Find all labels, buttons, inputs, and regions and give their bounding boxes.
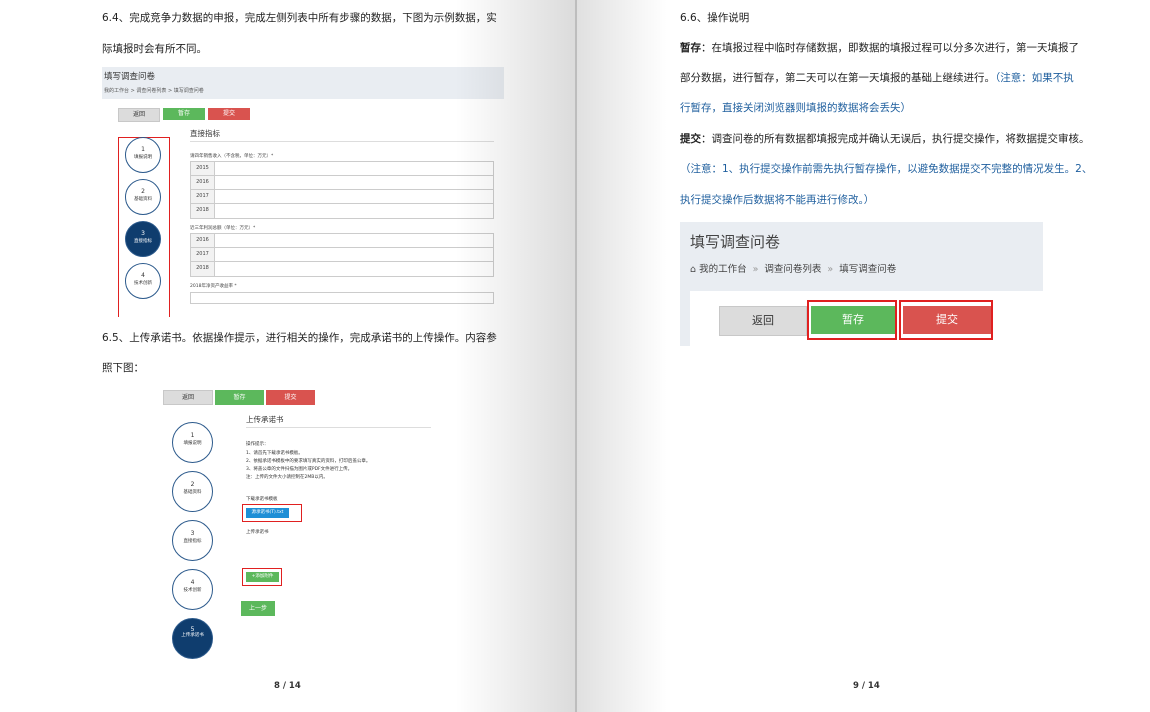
save-button[interactable]: 暂存 xyxy=(811,306,895,334)
figure-operation-buttons: 填写调查问卷 ⌂ 我的工作台 » 调查问卷列表 » 填写调查问卷 返回 暂存 提交 xyxy=(680,222,1043,346)
figure2-download-label: 下载承诺书模板 xyxy=(246,497,278,502)
value-input[interactable] xyxy=(215,248,493,261)
figure2-previous-step-button[interactable]: 上一步 xyxy=(241,601,275,616)
breadcrumb-workbench[interactable]: 我的工作台 xyxy=(699,264,747,275)
figure2-instruction-1: 1、请首先下载承诺书模板。 xyxy=(246,451,303,456)
save-description-line2: 部分数据，进行暂存，第二天可以在第一天填报的基础上继续进行。（注意：如果不执 xyxy=(680,72,1074,84)
para-6-4-line1: 6.4、完成竞争力数据的申报，完成左侧列表中所有步骤的数据，下图为示例数据，实 xyxy=(102,12,497,24)
value-input[interactable] xyxy=(215,176,493,189)
save-note: （注意：如果不执 xyxy=(995,72,1074,84)
figure-direct-indicators: 填写调查问卷 我的工作台 > 调查问卷列表 > 填写调查问卷 返回 暂存 提交 … xyxy=(102,67,504,317)
table-row: 2018 xyxy=(191,262,493,276)
back-button[interactable]: 返回 xyxy=(719,306,807,336)
figure1-step-3-active[interactable]: 3 直接指标 xyxy=(125,221,161,257)
figure2-instructions-title: 操作提示： xyxy=(246,442,269,447)
figure1-back-button[interactable]: 返回 xyxy=(118,108,160,122)
figure1-step-2[interactable]: 2 基础资料 xyxy=(125,179,161,215)
figure1-step-1[interactable]: 1 填报说明 xyxy=(125,137,161,173)
figure2-step-1[interactable]: 1 填报说明 xyxy=(172,422,213,463)
right-page: 6.6、操作说明 暂存：在填报过程中临时存储数据，即数据的填报过程可以分多次进行… xyxy=(577,0,1150,712)
breadcrumb-current: 填写调查问卷 xyxy=(839,264,897,275)
figure2-upload-label: 上传承诺书 xyxy=(246,530,269,535)
figure2-step-4[interactable]: 4 技术创新 xyxy=(172,569,213,610)
figure1-breadcrumb: 我的工作台 > 调查问卷列表 > 填写调查问卷 xyxy=(104,88,204,94)
page-shadow xyxy=(577,0,667,712)
submit-term: 提交 xyxy=(680,133,701,145)
submit-description: 提交：调查问卷的所有数据都填报完成并确认无误后，执行提交操作，将数据提交审核。 xyxy=(680,133,1090,145)
figure1-header: 填写调查问卷 我的工作台 > 调查问卷列表 > 填写调查问卷 xyxy=(102,67,504,99)
figure1-save-button[interactable]: 暂存 xyxy=(163,108,205,120)
value-input[interactable] xyxy=(215,262,493,276)
figure1-field2-table: 2016 2017 2018 xyxy=(190,233,494,277)
table-row: 2016 xyxy=(191,234,493,248)
para-6-4-line2: 际填报时会有所不同。 xyxy=(102,43,207,55)
table-row: 2016 xyxy=(191,176,493,190)
figure2-section-divider xyxy=(246,427,431,428)
page-number: 8 / 14 xyxy=(274,681,301,691)
figure1-field3-input[interactable] xyxy=(190,292,494,304)
figure1-step-4[interactable]: 4 技术创新 xyxy=(125,263,161,299)
figure2-instruction-note: 注：上传的文件大小请控制在2MB以内。 xyxy=(246,475,328,480)
figure1-field2-label: 近三年利润总额（单位：万元）* xyxy=(190,226,256,231)
submit-note-line1: （注意：1、执行提交操作前需先执行暂存操作，以避免数据提交不完整的情况发生。2、 xyxy=(680,163,1093,175)
value-input[interactable] xyxy=(215,204,493,218)
save-description-line1: 暂存：在填报过程中临时存储数据，即数据的填报过程可以分多次进行，第一天填报了 xyxy=(680,42,1079,54)
figure2-instruction-2: 2、依据承诺书模板中的要求填写真实的资料，打印后盖公章。 xyxy=(246,459,371,464)
figure2-download-template-button[interactable]: 源承诺书(T).txt xyxy=(246,508,289,518)
figure2-save-button[interactable]: 暂存 xyxy=(215,390,264,405)
figure1-field1-table: 2015 2016 2017 2018 xyxy=(190,161,494,219)
figure1-submit-button[interactable]: 提交 xyxy=(208,108,250,120)
value-input[interactable] xyxy=(215,162,493,175)
table-row: 2017 xyxy=(191,190,493,204)
para-6-5-line2: 照下图： xyxy=(102,362,144,374)
value-input[interactable] xyxy=(215,190,493,203)
figure2-submit-button[interactable]: 提交 xyxy=(266,390,315,405)
home-icon: ⌂ xyxy=(690,264,697,275)
figure1-field1-label: 请四年销售收入（不含税，单位：万元）* xyxy=(190,154,274,159)
figure3-breadcrumb: ⌂ 我的工作台 » 调查问卷列表 » 填写调查问卷 xyxy=(690,261,896,275)
breadcrumb-questionnaire-list[interactable]: 调查问卷列表 xyxy=(764,264,821,275)
heading-6-6: 6.6、操作说明 xyxy=(680,12,750,24)
para-6-5-line1: 6.5、上传承诺书。依据操作提示，进行相关的操作，完成承诺书的上传操作。内容参 xyxy=(102,332,497,344)
figure2-step-2[interactable]: 2 基础资料 xyxy=(172,471,213,512)
value-input[interactable] xyxy=(215,234,493,247)
table-row: 2015 xyxy=(191,162,493,176)
breadcrumb-separator: » xyxy=(752,264,759,275)
figure2-step-3[interactable]: 3 直接指标 xyxy=(172,520,213,561)
figure1-title: 填写调查问卷 xyxy=(104,72,156,82)
table-row: 2017 xyxy=(191,248,493,262)
figure1-section-divider xyxy=(190,141,494,142)
figure2-back-button[interactable]: 返回 xyxy=(163,390,213,405)
submit-button[interactable]: 提交 xyxy=(903,306,991,334)
breadcrumb-separator: » xyxy=(827,264,834,275)
submit-note-line2: 执行提交操作后数据将不能再进行修改。） xyxy=(680,194,875,206)
page-number: 9 / 14 xyxy=(853,681,880,691)
figure2-section-title: 上传承诺书 xyxy=(246,415,284,424)
figure3-title: 填写调查问卷 xyxy=(690,233,781,251)
figure1-section-title: 直接指标 xyxy=(190,129,220,138)
left-page: 6.4、完成竞争力数据的申报，完成左侧列表中所有步骤的数据，下图为示例数据，实 … xyxy=(0,0,575,712)
figure2-instruction-3: 3、将盖公章的文件扫描为图片或PDF文件进行上传。 xyxy=(246,467,353,472)
save-term: 暂存 xyxy=(680,42,701,54)
save-note-line2: 行暂存，直接关闭浏览器则填报的数据将会丢失） xyxy=(680,102,911,114)
figure2-add-file-button[interactable]: +添加附件 xyxy=(246,572,279,582)
figure-upload-commitment: 返回 暂存 提交 1 填报说明 2 基础资料 3 直接指标 4 技术创新 5 上… xyxy=(163,388,433,662)
figure1-field3-label: 2018年净资产收益率 * xyxy=(190,284,237,289)
figure2-step-5-active[interactable]: 5 上传承诺书 xyxy=(172,618,213,659)
table-row: 2018 xyxy=(191,204,493,218)
